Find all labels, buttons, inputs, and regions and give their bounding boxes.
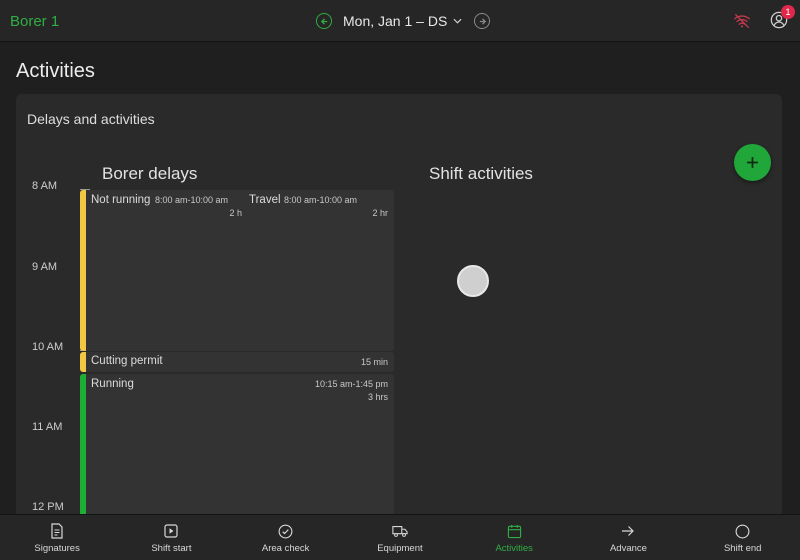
app-title[interactable]: Borer 1 — [10, 13, 59, 30]
arrow-right-icon — [620, 523, 636, 539]
event-name: Cutting permit — [91, 355, 163, 367]
wifi-off-icon[interactable] — [733, 12, 751, 30]
event-time: 8:00 am-10:00 am — [284, 195, 358, 205]
plus-icon — [747, 157, 758, 168]
nav-advance[interactable]: Advance — [571, 515, 685, 560]
previous-shift-button[interactable] — [316, 13, 332, 29]
event-name: Running — [91, 378, 134, 390]
check-circle-icon — [278, 523, 294, 539]
nav-area-check[interactable]: Area check — [229, 515, 343, 560]
notification-badge: 1 — [781, 5, 795, 19]
page-title: Activities — [16, 60, 95, 82]
card-title: Delays and activities — [27, 111, 155, 127]
nav-activities[interactable]: Activities — [457, 515, 571, 560]
nav-equipment[interactable]: Equipment — [343, 515, 457, 560]
next-shift-button[interactable] — [474, 13, 491, 29]
arrow-left-icon — [320, 17, 327, 25]
event-status-bar — [80, 374, 86, 524]
nav-label: Signatures — [34, 543, 80, 554]
loading-spinner — [457, 265, 489, 297]
shift-date-label[interactable]: Mon, Jan 1 – DS — [343, 13, 447, 29]
event-not-running[interactable]: Not running 8:00 am-10:00 am 2 hr — [80, 190, 251, 351]
document-icon — [49, 523, 65, 539]
nav-signatures[interactable]: Signatures — [0, 515, 114, 560]
delays-activities-card: Delays and activities Borer delays Shift… — [16, 94, 782, 524]
nav-shift-start[interactable]: Shift start — [114, 515, 228, 560]
play-icon — [163, 523, 179, 539]
event-duration: 3 hrs — [367, 392, 388, 402]
nav-shift-end[interactable]: Shift end — [686, 515, 800, 560]
nav-label: Advance — [609, 543, 647, 554]
event-duration: 2 hr — [372, 208, 388, 218]
date-navigator: Mon, Jan 1 – DS — [316, 10, 491, 32]
add-activity-button[interactable] — [734, 144, 771, 181]
event-time: 10:15 am-1:45 pm — [314, 379, 388, 389]
arrow-right-icon — [479, 17, 486, 25]
nav-label: Area check — [261, 543, 310, 554]
borer-delays-title: Borer delays — [102, 164, 198, 183]
event-name: Travel — [249, 194, 281, 206]
truck-icon — [392, 523, 408, 539]
event-status-bar — [80, 190, 86, 351]
event-cutting-permit[interactable]: Cutting permit 15 min — [80, 352, 394, 372]
nav-label: Shift end — [723, 543, 762, 554]
event-duration: 15 min — [360, 357, 388, 367]
calendar-icon — [506, 523, 522, 539]
shift-activities-title: Shift activities — [429, 164, 533, 183]
event-time: 8:00 am-10:00 am — [155, 195, 229, 205]
event-name: Not running — [91, 194, 151, 206]
event-status-bar — [80, 352, 86, 372]
bottom-navigation: Signatures Shift start Area check Equipm… — [0, 514, 800, 560]
nav-label: Shift start — [151, 543, 192, 554]
nav-label: Activities — [495, 543, 533, 554]
circle-icon — [735, 523, 751, 539]
event-running[interactable]: Running 10:15 am-1:45 pm 3 hrs — [80, 374, 394, 524]
event-travel[interactable]: Travel 8:00 am-10:00 am 2 hr — [242, 190, 394, 351]
top-bar: Borer 1 Mon, Jan 1 – DS 1 — [0, 0, 800, 42]
nav-label: Equipment — [377, 543, 423, 554]
chevron-down-icon[interactable] — [453, 16, 462, 27]
